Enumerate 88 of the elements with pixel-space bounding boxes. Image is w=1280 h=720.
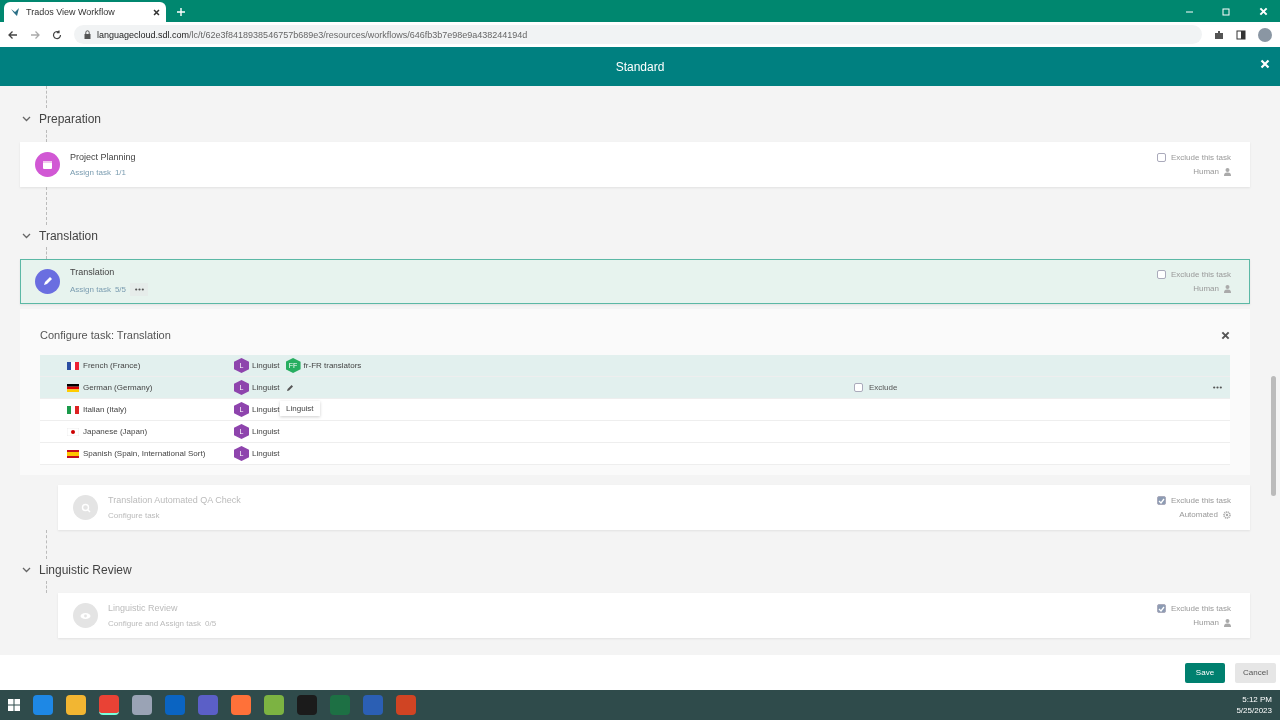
pencil-icon[interactable] <box>285 383 294 392</box>
close-icon <box>1221 330 1230 340</box>
url-text: languagecloud.sdl.com/lc/t/62e3f8418938546757b689e3/resources/workflows/646fb3b7e98e9a438244194d <box>97 29 528 40</box>
avatar-icon[interactable] <box>1258 27 1272 42</box>
checkbox-label: Exclude this task <box>1170 604 1231 613</box>
chevron-down-icon[interactable] <box>22 567 31 573</box>
search-icon <box>80 502 91 513</box>
tooltip: Linguist <box>280 401 320 416</box>
flag-icon <box>67 405 79 414</box>
flag-icon <box>67 449 79 458</box>
task-card[interactable]: Project Planning Assign task 1/1 Exclude this task Human <box>20 142 1250 187</box>
tab-title: Trados View Workflow <box>26 7 116 17</box>
sidebar-icon[interactable] <box>1236 29 1246 40</box>
language-name: Spanish (Spain, International Sort) <box>83 449 206 458</box>
assignee-label: fr-FR translators <box>303 361 362 370</box>
language-name: German (Germany) <box>83 383 153 392</box>
task-name: Translation Automated QA Check <box>108 495 242 505</box>
app-icon[interactable] <box>33 695 53 715</box>
more-icon <box>1213 386 1222 389</box>
panel-title: Configure task: Translation <box>40 329 171 341</box>
close-icon <box>153 8 160 16</box>
more-icon <box>134 288 144 291</box>
app-icon[interactable] <box>396 695 416 715</box>
more-button[interactable] <box>130 283 149 296</box>
flag-icon <box>67 427 79 436</box>
checkbox[interactable] <box>1156 604 1166 613</box>
task-type: Human <box>1193 618 1219 627</box>
back-icon[interactable] <box>8 29 18 40</box>
checkbox-label: Exclude this task <box>1170 496 1231 505</box>
plus-icon[interactable] <box>176 7 186 17</box>
language-name: Italian (Italy) <box>83 405 127 414</box>
close-button[interactable] <box>1221 330 1230 340</box>
checkbox[interactable] <box>1156 496 1166 505</box>
flag-icon <box>67 383 79 392</box>
windows-start-icon[interactable] <box>8 699 20 711</box>
reload-icon[interactable] <box>52 29 62 40</box>
clock-time: 5:12 PM <box>1242 695 1272 704</box>
url-field[interactable]: languagecloud.sdl.com/lc/t/62e3f8418938546757b689e3/resources/workflows/646fb3b7e98e9a438244194d <box>74 25 1202 44</box>
cancel-button[interactable]: Cancel <box>1235 662 1276 683</box>
forward-icon[interactable] <box>30 29 40 40</box>
close-icon <box>1260 59 1270 69</box>
chevron-down-icon[interactable] <box>22 233 31 239</box>
app-icon[interactable] <box>264 695 284 715</box>
checkbox-label: Exclude this task <box>1170 270 1231 279</box>
clock-date: 5/25/2023 <box>1236 706 1272 715</box>
browser-tab[interactable]: Trados View Workflow <box>4 2 166 22</box>
assignee-label: Linguist <box>252 405 280 414</box>
person-icon <box>1224 284 1231 293</box>
task-name: Translation <box>70 267 116 277</box>
checkbox-label: Exclude this task <box>1170 153 1231 162</box>
checkbox[interactable] <box>1156 270 1166 279</box>
gear-icon <box>1223 510 1231 519</box>
assignee-label: Linguist <box>252 427 280 436</box>
save-button[interactable]: Save <box>1184 662 1226 683</box>
person-icon <box>1224 618 1231 627</box>
task-count: 5/5 <box>114 285 127 294</box>
checkbox[interactable] <box>1156 153 1166 162</box>
task-count: 1/1 <box>114 168 127 177</box>
exclude-checkbox[interactable]: Exclude <box>854 383 898 392</box>
task-card[interactable]: Translation Assign task 5/5 Exclude this task Human <box>20 259 1250 304</box>
task-name: Linguistic Review <box>108 603 179 613</box>
calendar-icon <box>42 159 53 170</box>
language-name: Japanese (Japan) <box>83 427 148 436</box>
pencil-icon <box>42 276 53 287</box>
close-icon <box>1259 6 1268 16</box>
section-header[interactable]: Linguistic Review <box>20 559 1250 581</box>
lock-icon <box>84 30 91 39</box>
assignee-label: Linguist <box>252 361 280 370</box>
app-icon[interactable] <box>66 695 86 715</box>
bird-logo-icon <box>10 7 20 17</box>
app-icon[interactable] <box>231 695 251 715</box>
task-name: Project Planning <box>70 152 137 162</box>
task-type: Human <box>1193 284 1219 293</box>
chevron-down-icon[interactable] <box>22 116 31 122</box>
section-header[interactable]: Preparation <box>20 108 1250 130</box>
flag-icon <box>67 361 79 370</box>
app-icon[interactable] <box>99 695 119 715</box>
task-type: Human <box>1193 167 1219 176</box>
assignee-label: Linguist <box>252 383 280 392</box>
header-title: Standard <box>615 59 665 74</box>
person-icon <box>1224 167 1231 176</box>
assignee-label: Linguist <box>252 449 280 458</box>
restore-icon[interactable] <box>1222 6 1231 16</box>
language-name: French (France) <box>83 361 141 370</box>
section-header[interactable]: Translation <box>20 225 1250 247</box>
eye-icon <box>80 611 91 620</box>
task-type: Automated <box>1179 510 1218 519</box>
app-icon[interactable] <box>132 695 152 715</box>
